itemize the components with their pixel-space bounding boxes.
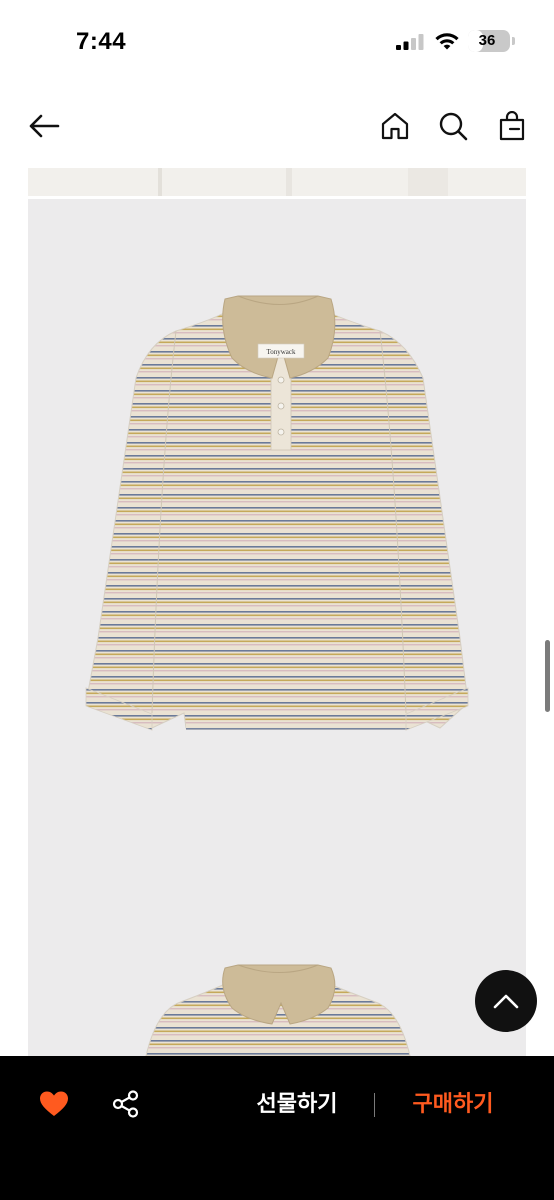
top-navigation-bar	[0, 84, 554, 168]
action-divider	[374, 1093, 375, 1117]
home-icon	[381, 112, 409, 140]
shopping-bag-button[interactable]	[492, 106, 532, 146]
battery-indicator: 36	[468, 30, 510, 52]
search-icon	[439, 112, 468, 141]
next-image-shirt-preview	[145, 964, 411, 1056]
status-bar: 7:44 36	[0, 0, 554, 84]
signal-icon	[396, 34, 424, 50]
wifi-icon	[435, 33, 459, 50]
status-time: 7:44	[76, 28, 127, 55]
gift-button[interactable]: 선물하기	[236, 1084, 358, 1124]
scroll-indicator[interactable]	[545, 640, 550, 712]
bottom-action-bar: 선물하기 구매하기	[0, 1056, 554, 1200]
product-image-gallery[interactable]: Tonywack	[28, 168, 526, 1056]
brand-tag-label: Tonywack	[266, 348, 296, 356]
heart-icon	[40, 1091, 68, 1116]
like-button[interactable]	[36, 1086, 72, 1122]
product-detail-screen: 7:44 36 Tonywack 선물하기 구매하기	[0, 0, 554, 1200]
buy-button[interactable]: 구매하기	[392, 1084, 514, 1124]
battery-cap	[512, 37, 515, 45]
battery-level: 36	[478, 32, 496, 49]
polo-shirt	[85, 295, 469, 731]
striped-polo-shirt-image	[85, 295, 469, 1056]
search-button[interactable]	[433, 106, 473, 146]
share-icon	[112, 1090, 139, 1118]
back-button[interactable]	[24, 106, 64, 146]
chevron-up-icon	[493, 994, 519, 1009]
share-button[interactable]	[108, 1086, 144, 1122]
scroll-to-top-button[interactable]	[475, 970, 537, 1032]
shopping-bag-icon	[499, 111, 525, 141]
home-button[interactable]	[375, 106, 415, 146]
arrow-left-icon	[29, 114, 60, 138]
